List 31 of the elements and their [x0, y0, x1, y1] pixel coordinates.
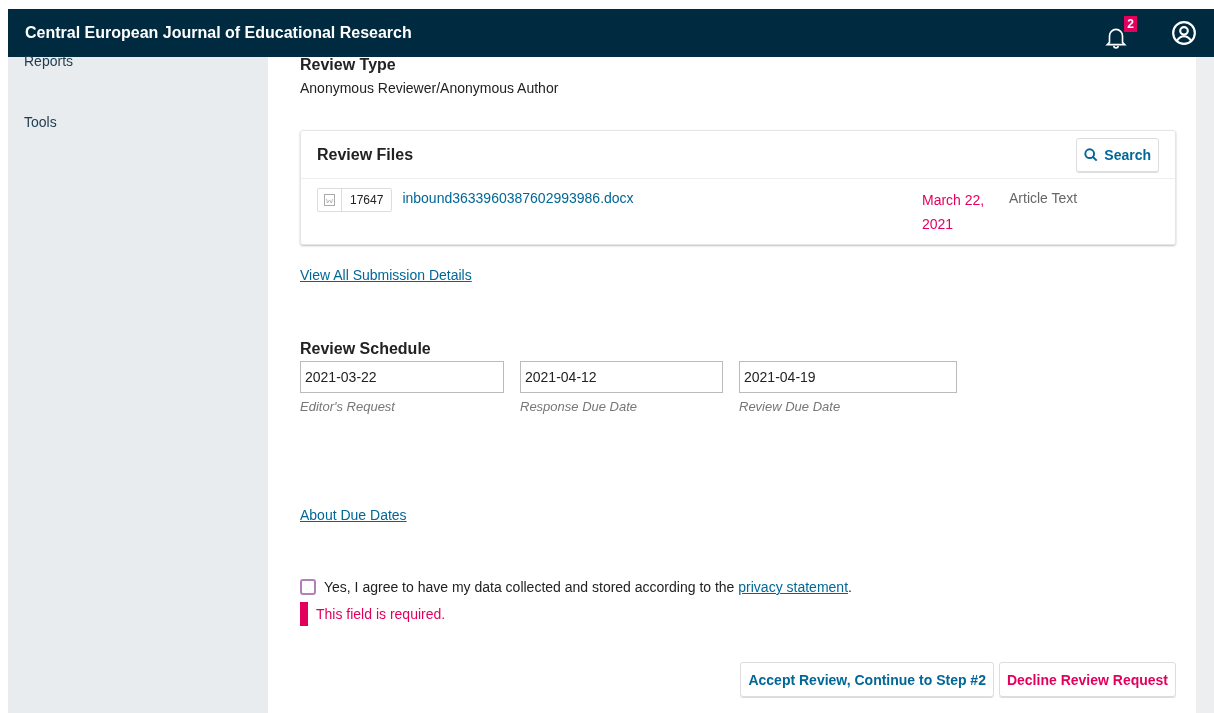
consent-text: Yes, I agree to have my data collected and stored according to the privacy statement.: [324, 578, 852, 597]
field-label: Response Due Date: [520, 398, 639, 416]
notification-count: 2: [1124, 16, 1137, 32]
search-icon: [1084, 147, 1099, 162]
section-heading: Review Type: [300, 55, 397, 75]
date-field[interactable]: 2021-04-19: [739, 361, 957, 393]
sidebar-item[interactable]: Tools: [24, 112, 57, 133]
document-icon: [324, 194, 335, 206]
date-field[interactable]: 2021-03-22: [300, 361, 504, 393]
search-button[interactable]: Search: [1076, 137, 1159, 172]
field-label: Editor's Request: [300, 398, 397, 416]
error-marker: [300, 602, 308, 626]
date-field[interactable]: 2021-04-12: [520, 361, 723, 393]
sidebar-item[interactable]: Reports: [24, 51, 74, 72]
consent-checkbox[interactable]: [300, 579, 316, 595]
file-link[interactable]: inbound3633960387602993986.docx: [402, 188, 922, 208]
file-date: March 22, 2021: [922, 191, 986, 234]
accept-button[interactable]: Accept Review, Continue to Step #2: [740, 662, 994, 697]
user-icon[interactable]: [1171, 20, 1197, 46]
due-dates-link[interactable]: About Due Dates: [300, 505, 407, 525]
section-heading: Review Schedule: [300, 339, 432, 359]
panel-heading: Review Files: [317, 144, 414, 165]
file-id-badge: 17647: [317, 188, 393, 212]
journal-title: Central European Journal of Educational Research: [25, 23, 413, 43]
field-label: Review Due Date: [739, 398, 842, 416]
file-type: Article Text: [1009, 189, 1079, 208]
decline-button[interactable]: Decline Review Request: [998, 662, 1176, 697]
submission-details-link[interactable]: View All Submission Details: [300, 265, 472, 285]
review-type-text: Anonymous Reviewer/Anonymous Author: [300, 79, 560, 98]
notifications-button[interactable]: 2: [1103, 16, 1137, 50]
error-message: This field is required.: [316, 605, 446, 624]
